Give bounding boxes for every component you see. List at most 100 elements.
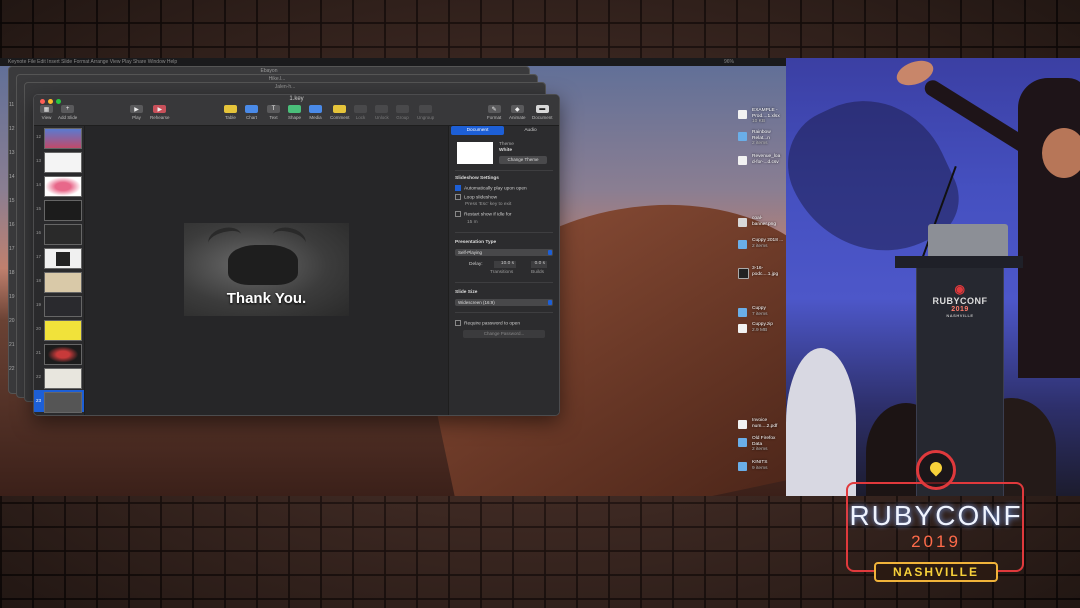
tab-document[interactable]: Document [451,126,504,135]
slide-preview [44,272,82,293]
keynote-window[interactable]: 1.key ▦ View + Add Slide ▶ Play ▶ Rehearse T… [33,94,560,416]
podium-sign-name: RUBYCONF [932,296,988,306]
folder-icon [738,462,747,471]
menu-bar[interactable]: Keynote File Edit Insert Slide Format Ar… [0,58,786,66]
desktop-icon-label: EXAMPLE - Prod....1.xlsx [752,108,780,119]
battery-status: 96% [723,59,734,65]
desktop-icon-label: Revenue_loa d-for-...d.csv [752,154,781,165]
comment-button[interactable]: Comment [330,105,350,120]
slide-number: 14 [36,182,42,187]
rubyconf-logo: RUBYCONF 2019 NASHVILLE [836,446,1036,596]
presentation-type-select[interactable]: Self-Playing [455,249,553,256]
slide-preview [44,152,82,173]
slide-number: 17 [36,254,42,259]
transitions-delay-field[interactable]: 10.0 s [494,261,516,268]
unlock-icon [375,105,389,113]
group-icon [396,105,409,113]
slide-thumbnail[interactable]: 20 [34,318,84,341]
unlock-button[interactable]: Unlock [375,105,389,120]
document-icon [738,110,747,119]
shape-button[interactable]: Shape [288,105,301,120]
desktop-icon-sub: 7 items [752,311,768,317]
slide-preview [44,176,82,197]
podium-sign-year: 2019 [951,306,969,313]
slide-thumbnail[interactable]: 22 [34,366,84,389]
toolbar-label: Table [225,115,236,120]
toolbar-label: Text [269,115,278,120]
slide-thumbnail[interactable]: 16 [34,222,84,245]
shape-icon [288,105,301,113]
speaker-camera-feed: ◉ RUBYCONF 2019 NASHVILLE [786,58,1080,496]
slide-canvas[interactable]: Thank You. [184,223,349,316]
slide-preview [44,296,82,317]
desktop-icon-label: Cuppy 2018 ... [752,238,784,243]
slide-size-select[interactable]: Widescreen (16:9) [455,299,553,306]
restart-option[interactable]: Restart show if idle for [455,211,511,217]
toolbar-label: Lock [355,115,366,120]
toolbar-label: Format [487,115,502,120]
play-button[interactable]: ▶ Play [130,105,143,120]
builds-delay-field[interactable]: 0.0 s [531,261,547,268]
animate-button[interactable]: ◆ Animate [509,105,526,120]
change-password-button[interactable]: Change Password... [463,330,545,338]
document-inspector[interactable]: Document Audio Theme White Change Theme … [448,126,559,415]
checkbox[interactable] [455,320,461,326]
speaker-head [1042,128,1080,178]
window-title: 1.key [289,96,304,102]
checkbox-checked[interactable] [455,185,461,191]
divider [455,282,553,283]
slide-thumbnail[interactable]: 14 [34,174,84,197]
slide-size-heading: Slide Size [455,290,478,295]
desktop-icon-sub: 2 items [752,141,768,146]
slide-preview [44,368,82,389]
autoplay-option[interactable]: Automatically play upon open [455,185,527,191]
text-button[interactable]: T Text [267,105,280,120]
slide-number: 19 [36,302,42,307]
idle-time-field[interactable]: 15 m [467,220,478,225]
document-button[interactable]: ▬ Document [532,105,553,120]
inspector-tabs[interactable]: Document Audio [451,126,557,135]
slide-thumbnail[interactable]: 13 [34,150,84,173]
zip-icon [738,324,747,333]
lock-button[interactable]: Lock [354,105,367,120]
slide-thumbnail-selected[interactable]: 23 [34,390,84,413]
slide-thumbnail[interactable]: 15 [34,198,84,221]
media-button[interactable]: Media [309,105,322,120]
slide-thumbnail[interactable]: 17 [34,246,84,269]
format-button[interactable]: ✎ Format [487,105,501,120]
view-button[interactable]: ▦ View [40,105,53,120]
loop-hint: Press 'Esc' key to exit [465,202,512,207]
background-slide-number: 12 [9,126,15,132]
menu-bar-items[interactable]: Keynote File Edit Insert Slide Format Ar… [8,59,177,65]
slide-title[interactable]: Thank You. [184,290,349,307]
rehearse-button[interactable]: ▶ Rehearse [150,105,170,120]
slide-thumbnail[interactable]: 12 [34,126,84,149]
slide-navigator[interactable]: 12 13 14 15 16 17 18 19 20 21 22 23 [34,126,85,415]
chart-button[interactable]: Chart [245,105,258,120]
checkbox[interactable] [455,194,461,200]
text-icon: T [267,105,280,113]
slide-thumbnail[interactable]: 18 [34,270,84,293]
slide-thumbnail[interactable]: 19 [34,294,84,317]
add-slide-button[interactable]: + Add Slide [58,105,77,120]
folder-icon [738,132,747,141]
slide-preview [44,248,82,269]
background-slide-number: 16 [9,222,15,228]
slide-thumbnail[interactable]: 21 [34,342,84,365]
logo-year: 2019 [911,532,961,551]
require-password-option[interactable]: Require password to open [455,320,520,326]
theme-preview[interactable] [457,142,493,164]
folder-icon [738,308,747,317]
ungroup-button[interactable]: Ungroup [417,105,434,120]
loop-option[interactable]: Loop slideshow [455,194,497,200]
folder-icon [738,240,747,249]
paintbrush-icon: ✎ [487,105,501,113]
desktop-icon-sub: 9 items [752,465,768,471]
tab-audio[interactable]: Audio [504,126,557,135]
table-button[interactable]: Table [224,105,237,120]
group-button[interactable]: Group [396,105,409,120]
toolbar-label: Shape [288,115,302,120]
desktop-icon-label: coal-banner.png [752,216,777,227]
change-theme-button[interactable]: Change Theme [499,156,547,164]
checkbox[interactable] [455,211,461,217]
